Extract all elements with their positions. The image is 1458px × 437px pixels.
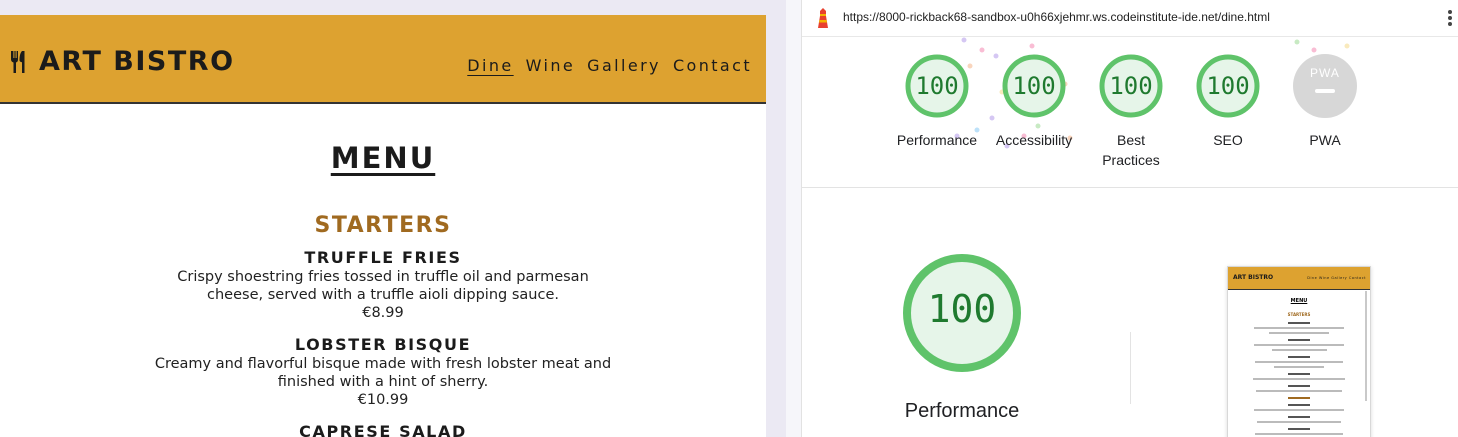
main-nav: Dine Wine Gallery Contact — [455, 56, 752, 76]
dish-description: Creamy and flavorful bisque made with fr… — [154, 356, 612, 390]
thumbnail-brand: ART BISTRO — [1233, 274, 1274, 281]
thumbnail-line — [1269, 332, 1329, 334]
thumbnail-line — [1288, 339, 1310, 341]
score-label: PWA — [1309, 132, 1341, 148]
thumbnail-line — [1288, 397, 1310, 399]
thumbnail-scrollbar — [1365, 291, 1367, 401]
brand-name: ART BISTRO — [39, 46, 235, 77]
score-value: 100 — [1206, 72, 1250, 100]
thumbnail-menu-title: MENU — [1290, 298, 1308, 304]
thumbnail-line — [1254, 409, 1344, 411]
thumbnail-line — [1274, 366, 1324, 368]
score-label: Accessibility — [995, 132, 1073, 148]
thumbnail-line — [1288, 322, 1310, 324]
more-options-icon[interactable] — [1447, 10, 1453, 28]
dish-price: €8.99 — [362, 305, 404, 321]
vertical-divider — [1130, 332, 1131, 404]
site-preview: ART BISTRO Dine Wine Gallery Contact MEN… — [0, 0, 766, 437]
pwa-dash — [1315, 89, 1335, 93]
dish-description: Crispy shoestring fries tossed in truffl… — [177, 269, 589, 303]
report-url-bar: https://8000-rickback68-sandbox-u0h66xje… — [802, 0, 1458, 37]
thumbnail-nav-dine: Dine — [1307, 276, 1318, 280]
performance-large-score: 100 — [927, 287, 997, 331]
thumbnail-line — [1288, 404, 1310, 406]
dish-name: CAPRESE SALAD — [299, 422, 467, 437]
starters-heading: STARTERS — [314, 213, 452, 238]
top-gap — [0, 0, 766, 15]
thumbnail-line — [1254, 327, 1344, 329]
menu-item: TRUFFLE FRIES Crispy shoestring fries to… — [0, 248, 766, 322]
pwa-badge-icon: PWA — [1293, 54, 1357, 118]
thumbnail-line — [1288, 416, 1310, 418]
gauge-seo[interactable]: 100 SEO — [1196, 54, 1260, 148]
devtools-edge — [786, 0, 801, 437]
thumbnail-nav-gallery: Gallery — [1331, 276, 1348, 280]
thumbnail-line — [1256, 390, 1342, 392]
site-header: ART BISTRO Dine Wine Gallery Contact — [0, 15, 766, 104]
thumbnail-header: ART BISTRO Dine Wine Gallery Contact — [1228, 267, 1370, 290]
menu-item: CAPRESE SALAD — [0, 422, 766, 437]
thumbnail-section: STARTERS — [1287, 312, 1311, 317]
gauge-best-practices[interactable]: 100 Best Practices — [1099, 54, 1163, 168]
pwa-badge-text: PWA — [1310, 66, 1340, 80]
dish-name: TRUFFLE FRIES — [304, 248, 462, 267]
lighthouse-report: https://8000-rickback68-sandbox-u0h66xje… — [801, 0, 1458, 437]
gauge-pwa[interactable]: PWA PWA — [1293, 54, 1357, 148]
thumbnail-line — [1271, 349, 1327, 351]
nav-link-wine[interactable]: Wine — [526, 56, 576, 76]
performance-large-label: Performance — [904, 400, 1020, 422]
page-screenshot-thumbnail[interactable]: ART BISTRO Dine Wine Gallery Contact MEN… — [1227, 266, 1371, 437]
thumbnail-line — [1288, 373, 1310, 375]
nav-link-gallery[interactable]: Gallery — [587, 56, 661, 76]
menu-item: LOBSTER BISQUE Creamy and flavorful bisq… — [0, 335, 766, 409]
gauge-accessibility[interactable]: 100 Accessibility — [996, 54, 1072, 148]
thumbnail-nav-wine: Wine — [1318, 276, 1330, 280]
thumbnail-nav: Dine Wine Gallery Contact — [1307, 276, 1366, 280]
thumbnail-nav-contact: Contact — [1348, 276, 1366, 280]
section-divider — [802, 187, 1458, 188]
thumbnail-line — [1257, 421, 1341, 423]
thumbnail-line — [1255, 361, 1343, 363]
score-value: 100 — [1109, 72, 1153, 100]
dish-name: LOBSTER BISQUE — [294, 335, 472, 354]
brand-logo[interactable]: ART BISTRO — [9, 46, 235, 77]
report-url[interactable]: https://8000-rickback68-sandbox-u0h66xje… — [843, 10, 1270, 24]
thumbnail-line — [1253, 378, 1345, 380]
nav-link-dine[interactable]: Dine — [467, 56, 513, 76]
thumbnail-line — [1288, 428, 1310, 430]
thumbnail-line — [1254, 344, 1344, 346]
thumbnail-line — [1288, 356, 1310, 358]
thumbnail-line — [1255, 433, 1343, 435]
split-divider[interactable] — [766, 0, 786, 437]
gauge-performance[interactable]: 100 Performance — [897, 54, 977, 148]
score-value: 100 — [915, 72, 959, 100]
cutlery-icon — [11, 50, 25, 73]
nav-link-contact[interactable]: Contact — [673, 56, 752, 76]
thumbnail-line — [1288, 385, 1310, 387]
menu-title: MENU — [330, 141, 436, 175]
score-value: 100 — [1012, 72, 1056, 100]
dish-price: €10.99 — [357, 392, 409, 408]
lighthouse-icon — [818, 8, 828, 28]
